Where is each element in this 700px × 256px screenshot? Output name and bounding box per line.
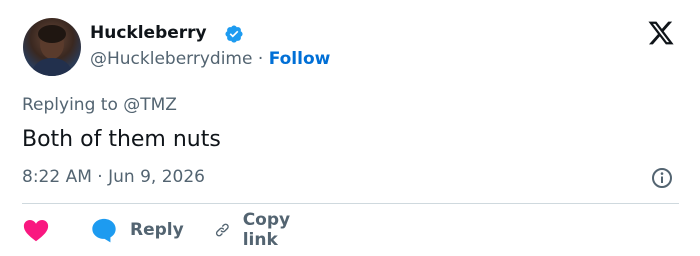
avatar[interactable] xyxy=(23,18,81,76)
heart-icon xyxy=(23,219,49,242)
divider xyxy=(22,203,679,204)
replying-to: Replying to @TMZ xyxy=(22,94,177,116)
author-name[interactable]: Huckleberry xyxy=(90,22,207,44)
handle-row: @Huckleberrydime · Follow xyxy=(90,48,330,70)
avatar-image xyxy=(31,25,73,76)
handle-separator: · xyxy=(257,49,264,69)
x-logo-icon[interactable] xyxy=(645,19,677,47)
copy-link-button[interactable]: Copy link xyxy=(214,210,299,250)
reply-label: Reply xyxy=(130,220,184,240)
author-handle[interactable]: @Huckleberrydime xyxy=(90,49,252,69)
reply-button[interactable]: Reply xyxy=(90,216,184,244)
tweet-text: Both of them nuts xyxy=(22,127,221,152)
follow-button[interactable]: Follow xyxy=(269,49,331,69)
like-button[interactable] xyxy=(22,216,50,244)
replying-to-handle[interactable]: @TMZ xyxy=(123,95,177,115)
speech-bubble-icon xyxy=(92,218,116,243)
timestamp-separator: · xyxy=(97,167,103,187)
tweet-time: 8:22 AM xyxy=(22,167,92,187)
replying-to-prefix: Replying to xyxy=(22,95,118,115)
verified-badge-icon xyxy=(225,25,243,43)
info-icon[interactable] xyxy=(650,166,674,190)
tweet-date: Jun 9, 2026 xyxy=(108,167,205,187)
tweet-timestamp[interactable]: 8:22 AM · Jun 9, 2026 xyxy=(22,166,205,188)
copy-link-label: Copy link xyxy=(242,210,291,250)
link-icon xyxy=(216,223,229,237)
